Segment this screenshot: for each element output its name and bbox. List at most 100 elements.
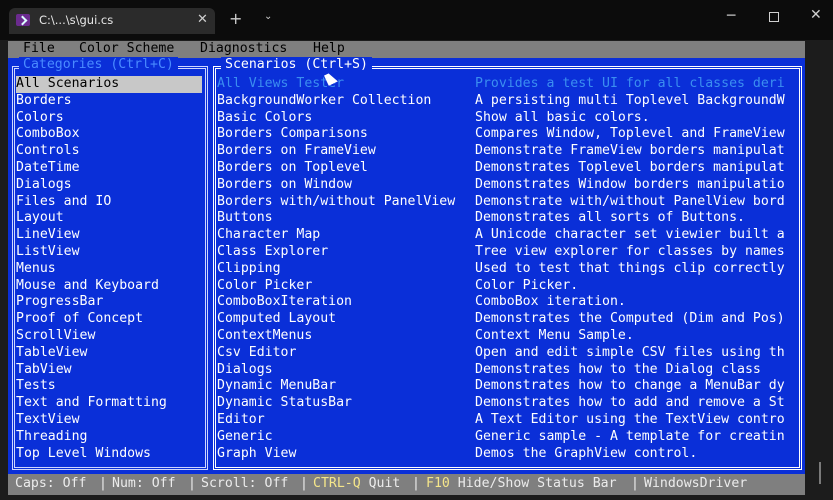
- scenario-item[interactable]: Borders on Toplevel Demonstrates Toplevel…: [217, 160, 797, 177]
- scenario-description: A persisting multi Toplevel BackgroundW: [475, 92, 785, 108]
- scenario-item[interactable]: Color Picker Color Picker.: [217, 278, 797, 295]
- maximize-button[interactable]: [769, 12, 779, 22]
- minimize-button[interactable]: ─: [727, 8, 735, 24]
- scenario-name: Class Explorer: [217, 243, 329, 259]
- status-separator: |: [412, 476, 420, 491]
- category-item[interactable]: LineView: [16, 227, 202, 244]
- chevron-down-icon[interactable]: ⌄: [264, 11, 272, 22]
- scenario-name: BackgroundWorker Collection: [217, 92, 432, 108]
- category-item[interactable]: Mouse and Keyboard: [16, 278, 202, 295]
- window-titlebar: C:\...\s\gui.cs ✕ + ⌄ ─ ✕: [0, 0, 833, 40]
- category-item[interactable]: TableView: [16, 345, 202, 362]
- category-item[interactable]: Borders: [16, 93, 202, 110]
- category-item[interactable]: Dialogs: [16, 177, 202, 194]
- quit-shortcut[interactable]: CTRL-Q Quit: [313, 476, 400, 493]
- caps-status: Caps: Off: [15, 476, 87, 491]
- scenario-name: Clipping: [217, 260, 281, 276]
- scenario-name: Editor: [217, 411, 265, 427]
- scenario-item[interactable]: ContextMenus Context Menu Sample.: [217, 328, 797, 345]
- scenario-item[interactable]: Character Map A Unicode character set vie…: [217, 227, 797, 244]
- scenario-name: Graph View: [217, 445, 297, 461]
- category-item[interactable]: TextView: [16, 412, 202, 429]
- category-item[interactable]: Proof of Concept: [16, 311, 202, 328]
- scenario-name: Generic: [217, 428, 273, 444]
- scenario-item[interactable]: Editor A Text Editor using the TextView c…: [217, 412, 797, 429]
- scenario-name: Dynamic StatusBar: [217, 395, 352, 411]
- menubar: File Color Scheme Diagnostics Help: [8, 41, 805, 58]
- categories-list[interactable]: All Scenarios Borders Colors ComboBox Contro…: [16, 76, 202, 462]
- scenario-name: ContextMenus: [217, 327, 313, 343]
- scenario-item[interactable]: Dynamic MenuBar Demonstrates how to chang…: [217, 378, 797, 395]
- category-item[interactable]: All Scenarios: [16, 76, 202, 93]
- scenario-item[interactable]: Borders on Window Demonstrates Window bor…: [217, 177, 797, 194]
- scenarios-title: Scenarios (Ctrl+S): [221, 57, 372, 74]
- window-scrollbar[interactable]: [819, 462, 821, 484]
- category-item[interactable]: Menus: [16, 261, 202, 278]
- category-item[interactable]: ComboBox: [16, 126, 202, 143]
- scenario-description: Compares Window, Toplevel and FrameView: [475, 126, 785, 142]
- scenario-name: Character Map: [217, 227, 321, 243]
- scenario-name: Borders Comparisons: [217, 126, 368, 142]
- scenario-name: Dynamic MenuBar: [217, 378, 337, 394]
- scenario-name: Buttons: [217, 210, 273, 226]
- statusbar: Caps: Off | Num: Off | Scroll: Off | CTR…: [8, 474, 805, 495]
- status-separator: |: [631, 476, 639, 491]
- scenario-name: Color Picker: [217, 277, 313, 293]
- category-item[interactable]: Files and IO: [16, 194, 202, 211]
- category-item[interactable]: Layout: [16, 210, 202, 227]
- scenario-item[interactable]: Borders on FrameView Demonstrate FrameVie…: [217, 143, 797, 160]
- scenario-item[interactable]: Clipping Used to test that things clip co…: [217, 261, 797, 278]
- tab-close-icon[interactable]: ✕: [197, 12, 208, 27]
- category-item[interactable]: ScrollView: [16, 328, 202, 345]
- scenario-item[interactable]: ComboBoxIteration ComboBox iteration.: [217, 294, 797, 311]
- terminal-tab[interactable]: C:\...\s\gui.cs ✕: [9, 8, 215, 34]
- scenario-item[interactable]: Borders with/without PanelView Demonstrat…: [217, 194, 797, 211]
- scenario-name: Borders with/without PanelView: [217, 193, 456, 209]
- menu-color-scheme[interactable]: Color Scheme: [79, 41, 174, 58]
- menu-file[interactable]: File: [23, 41, 55, 58]
- scenario-item[interactable]: Class Explorer Tree view explorer for cla…: [217, 244, 797, 261]
- category-item[interactable]: Tests: [16, 378, 202, 395]
- scenario-item[interactable]: Computed Layout Demonstrates the Computed…: [217, 311, 797, 328]
- scenario-item[interactable]: Buttons Demonstrates all sorts of Buttons…: [217, 210, 797, 227]
- category-item[interactable]: ProgressBar: [16, 294, 202, 311]
- scenario-name: Dialogs: [217, 361, 273, 377]
- scenario-item[interactable]: Csv Editor Open and edit simple CSV files…: [217, 345, 797, 362]
- scenario-description: Tree view explorer for classes by names: [475, 243, 785, 259]
- scenario-description: Open and edit simple CSV files using th: [475, 344, 785, 360]
- scenario-item[interactable]: BackgroundWorker Collection A persisting …: [217, 93, 797, 110]
- scenario-description: A Text Editor using the TextView contro: [475, 411, 785, 427]
- driver-status: WindowsDriver: [644, 476, 748, 491]
- scenario-name: Borders on Toplevel: [217, 159, 368, 175]
- category-item[interactable]: Threading: [16, 429, 202, 446]
- scenario-name: Borders on FrameView: [217, 143, 376, 159]
- menu-help[interactable]: Help: [313, 41, 345, 58]
- category-item[interactable]: DateTime: [16, 160, 202, 177]
- scenario-item[interactable]: Dialogs Demonstrates how to the Dialog cl…: [217, 362, 797, 379]
- new-tab-button[interactable]: +: [229, 9, 242, 28]
- tab-title: C:\...\s\gui.cs: [39, 13, 114, 27]
- scenario-description: Demonstrate with/without PanelView bord: [475, 193, 785, 209]
- category-item[interactable]: Text and Formatting: [16, 395, 202, 412]
- toggle-statusbar-shortcut[interactable]: F10 Hide/Show Status Bar: [426, 476, 617, 493]
- scenario-item[interactable]: Generic Generic sample - A template for c…: [217, 429, 797, 446]
- close-window-button[interactable]: ✕: [810, 7, 822, 23]
- scenario-description: Generic sample - A template for creatin: [475, 428, 785, 444]
- scenario-item[interactable]: Basic Colors Show all basic colors.: [217, 110, 797, 127]
- menu-diagnostics[interactable]: Diagnostics: [200, 41, 287, 58]
- scenarios-list[interactable]: All Views Tester Provides a test UI for a…: [217, 76, 797, 462]
- scenario-description: Demonstrates how to change a MenuBar dy: [475, 378, 785, 394]
- scenario-description: Demonstrates how to add and remove a St: [475, 395, 785, 411]
- toggle-label: Hide/Show Status Bar: [449, 476, 617, 491]
- category-item[interactable]: Controls: [16, 143, 202, 160]
- category-item[interactable]: Colors: [16, 110, 202, 127]
- category-item[interactable]: ListView: [16, 244, 202, 261]
- scenario-item[interactable]: Dynamic StatusBar Demonstrates how to add…: [217, 395, 797, 412]
- scenario-description: A Unicode character set viewier built a: [475, 227, 785, 243]
- scenario-item[interactable]: Graph View Demos the GraphView control.: [217, 446, 797, 463]
- category-item[interactable]: Top Level Windows: [16, 446, 202, 463]
- status-separator: |: [300, 476, 308, 491]
- scenario-item[interactable]: Borders Comparisons Compares Window, Topl…: [217, 126, 797, 143]
- scenario-item[interactable]: All Views Tester Provides a test UI for a…: [217, 76, 797, 93]
- category-item[interactable]: TabView: [16, 362, 202, 379]
